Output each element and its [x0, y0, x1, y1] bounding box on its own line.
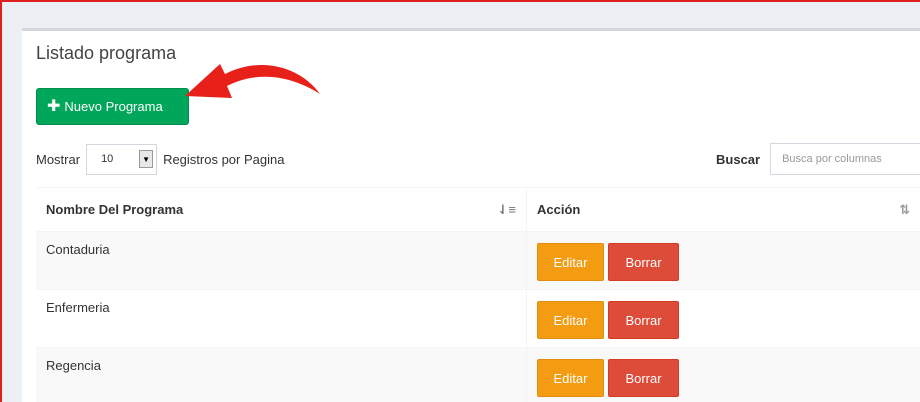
chevron-down-icon: ▼: [139, 150, 154, 168]
sort-icon: ⇅: [899, 201, 910, 217]
new-program-label: Nuevo Programa: [64, 99, 163, 114]
length-prefix: Mostrar: [36, 151, 81, 167]
actions-cell: Editar Borrar: [527, 290, 920, 347]
new-program-button[interactable]: ✚ Nuevo Programa: [36, 88, 189, 125]
program-name-cell: Contaduria: [36, 232, 527, 289]
table-header: Nombre Del Programa ⇃≡ Acción ⇅: [36, 187, 920, 232]
table-row: Contaduria Editar Borrar: [36, 232, 920, 290]
search-control: Buscar: [716, 143, 920, 175]
edit-button[interactable]: Editar: [537, 243, 604, 281]
program-name-cell: Regencia: [36, 348, 527, 402]
actions-cell: Editar Borrar: [527, 348, 920, 402]
page-length-control: Mostrar 10 ▼ Registros por Pagina: [36, 143, 284, 175]
page-length-value: 10: [101, 153, 114, 165]
page-title: Listado programa: [36, 43, 177, 63]
edit-button[interactable]: Editar: [537, 301, 604, 339]
length-suffix: Registros por Pagina: [163, 151, 285, 167]
programs-table: Nombre Del Programa ⇃≡ Acción ⇅ Contadur…: [36, 187, 920, 402]
column-header-action[interactable]: Acción ⇅: [527, 188, 920, 231]
search-label: Buscar: [716, 151, 761, 167]
actions-cell: Editar Borrar: [527, 232, 920, 289]
search-input[interactable]: [770, 143, 920, 175]
plus-icon: ✚: [47, 97, 61, 115]
page-length-select[interactable]: 10 ▼: [86, 143, 158, 175]
delete-button[interactable]: Borrar: [608, 359, 679, 397]
delete-button[interactable]: Borrar: [608, 301, 679, 339]
edit-button[interactable]: Editar: [537, 359, 604, 397]
program-name-cell: Enfermeria: [36, 290, 527, 347]
column-header-name[interactable]: Nombre Del Programa ⇃≡: [36, 188, 527, 231]
table-row: Enfermeria Editar Borrar: [36, 290, 920, 348]
table-row: Regencia Editar Borrar: [36, 348, 920, 402]
sort-asc-icon: ⇃≡: [497, 201, 516, 217]
annotation-arrow-icon: [185, 64, 320, 98]
delete-button[interactable]: Borrar: [608, 243, 679, 281]
